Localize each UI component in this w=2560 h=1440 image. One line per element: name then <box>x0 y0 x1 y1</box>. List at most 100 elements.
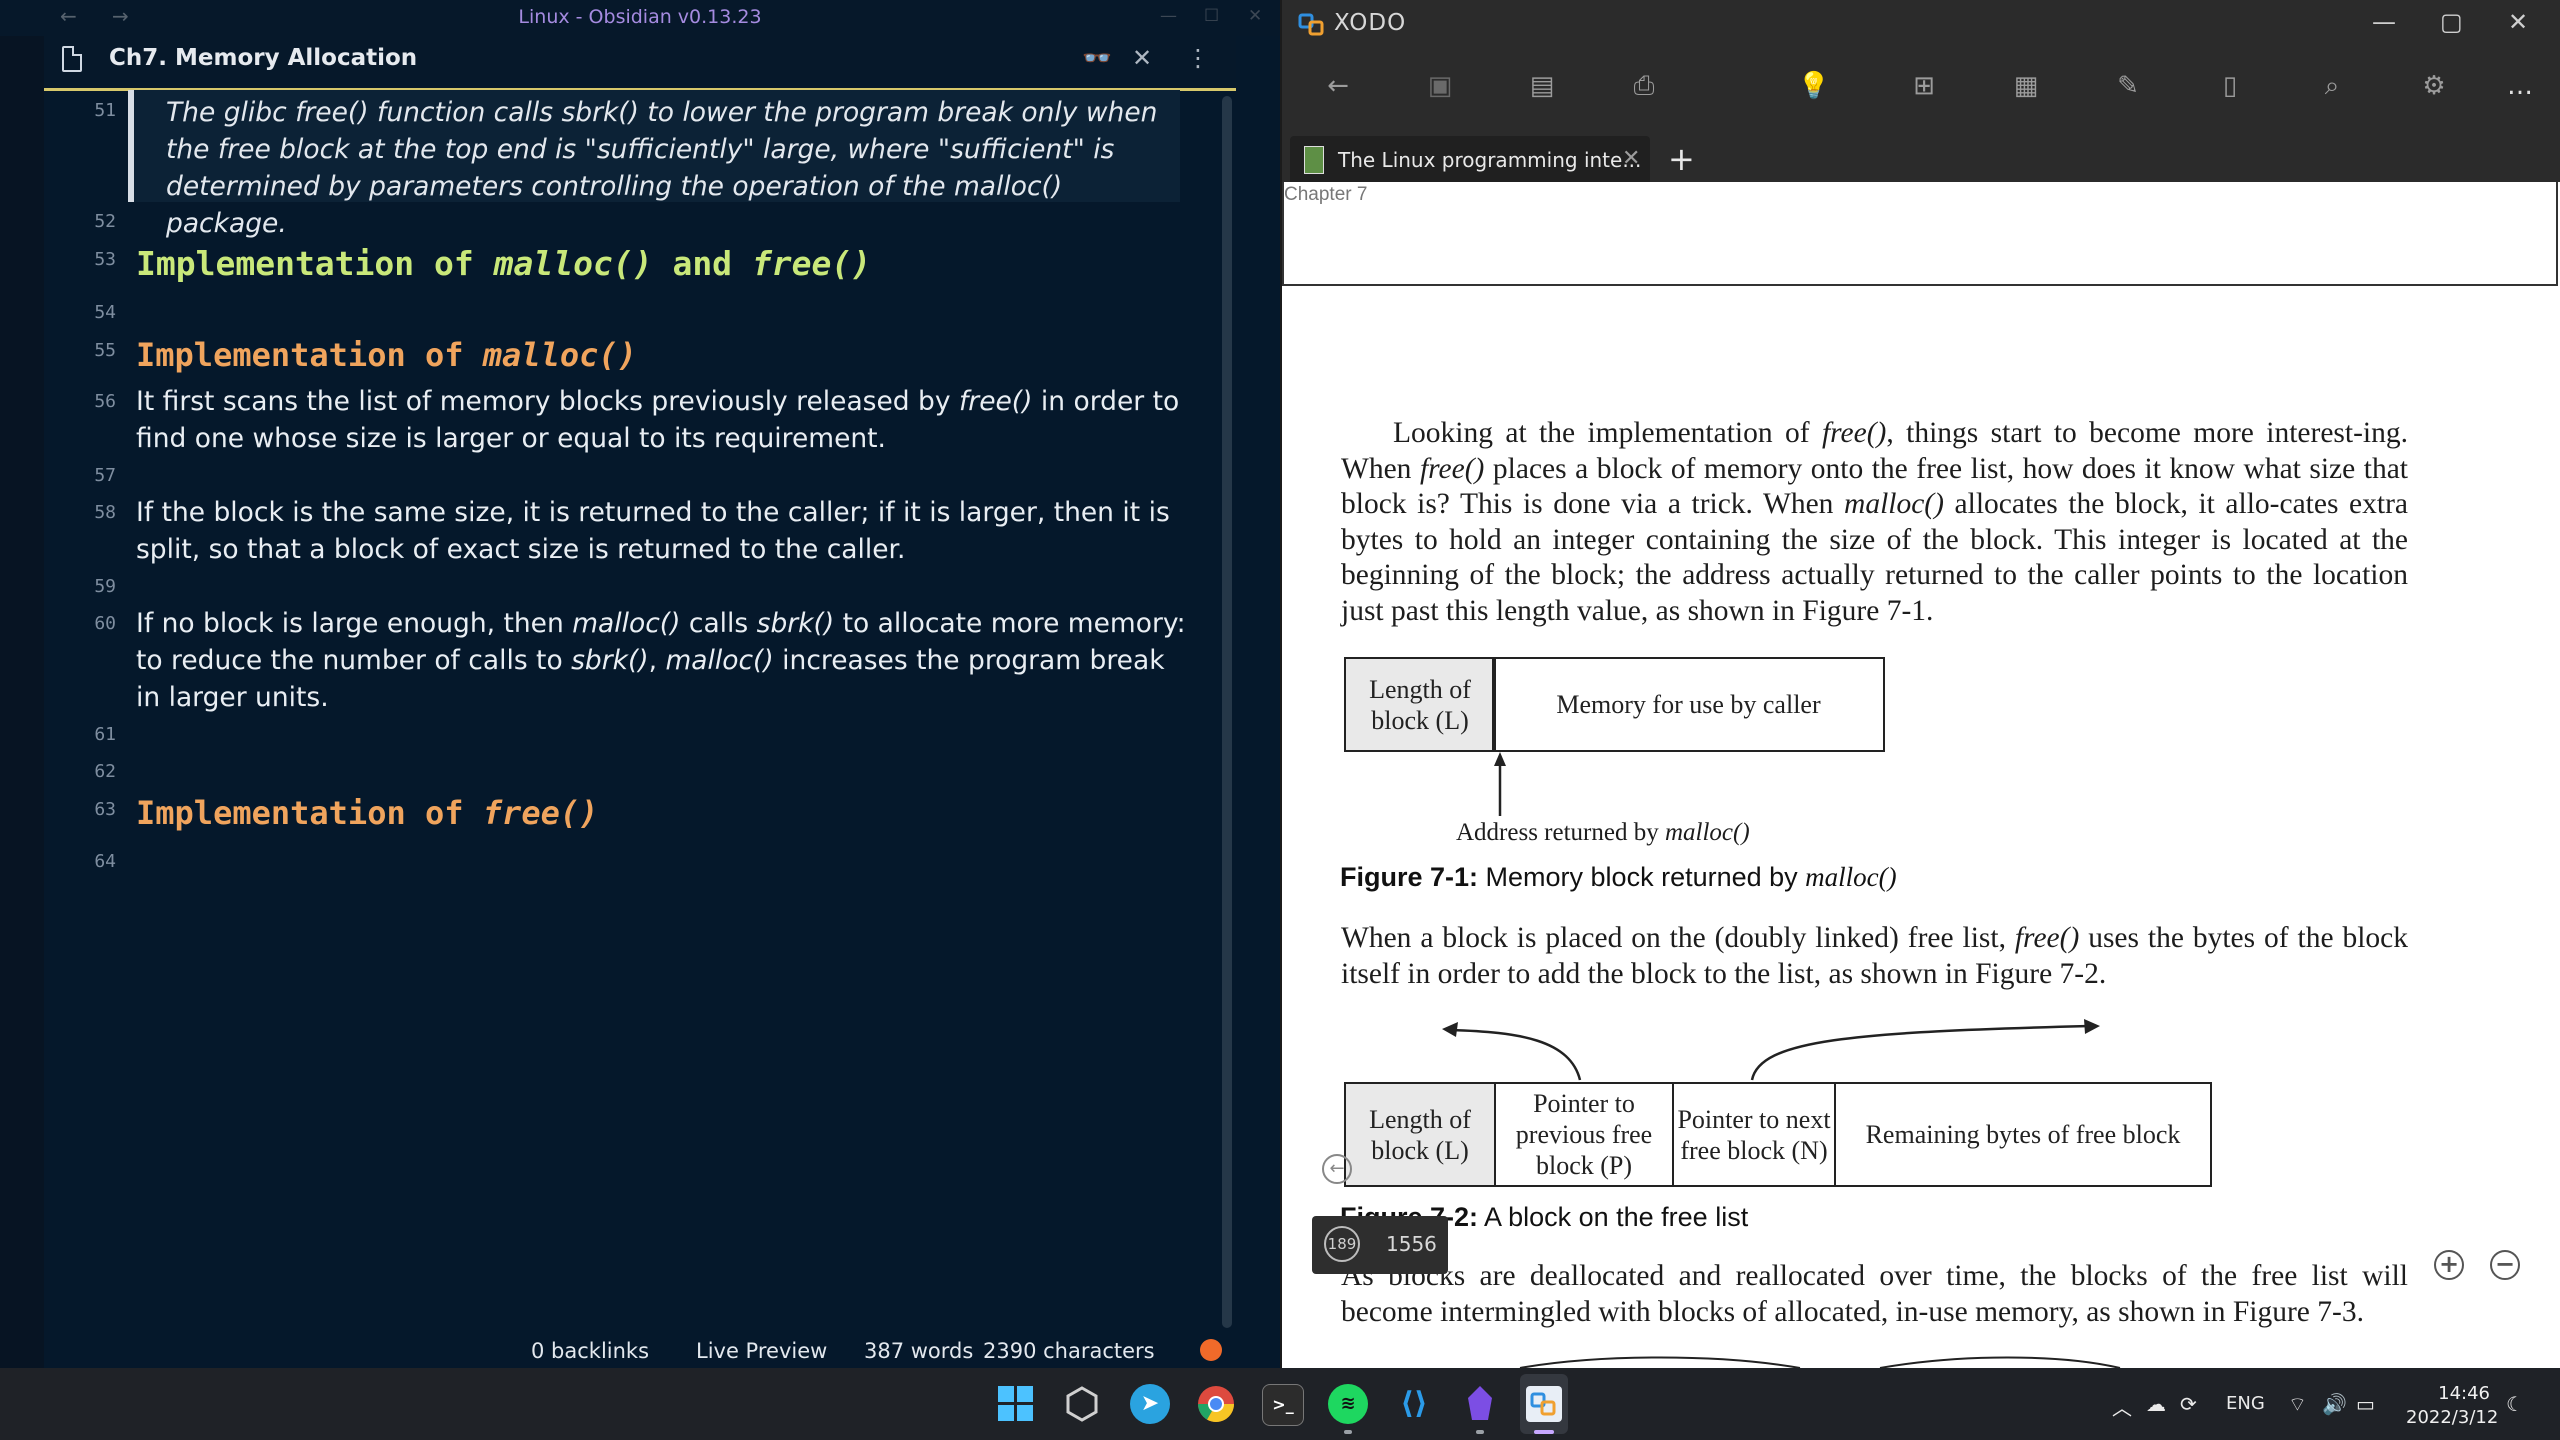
clock-time[interactable]: 14:46 <box>2434 1383 2490 1404</box>
caption-text: Memory block returned by <box>1478 862 1806 892</box>
obsidian-icon[interactable] <box>1462 1384 1498 1424</box>
sync-icon[interactable]: ⟳ <box>2180 1392 2197 1416</box>
pdf-text: Address returned by <box>1456 819 1665 846</box>
backlinks-count[interactable]: 0 backlinks <box>531 1339 649 1363</box>
note-title[interactable]: Ch7. Memory Allocation <box>109 45 417 71</box>
telegram-icon[interactable]: ➤ <box>1130 1384 1170 1424</box>
pdf-text: Looking at the implementation of <box>1393 417 1822 449</box>
onedrive-cloud-icon[interactable]: ☁ <box>2146 1392 2166 1416</box>
close-tab-icon[interactable]: ✕ <box>1622 146 1640 171</box>
caption-number: Figure 7-1: <box>1340 862 1479 892</box>
text: It first scans the list of memory blocks… <box>136 386 959 417</box>
xodo-icon[interactable] <box>1526 1386 1562 1422</box>
search-icon[interactable]: ⌕ <box>2312 66 2352 106</box>
close-icon[interactable]: ✕ <box>1248 6 1262 26</box>
maximize-icon[interactable]: ☐ <box>1204 6 1219 26</box>
text: calls <box>680 608 757 639</box>
paragraph-no-block[interactable]: If no block is large enough, then malloc… <box>136 605 1196 716</box>
heading-text: Implementation of <box>136 336 483 374</box>
more-options-icon[interactable]: ⋮ <box>1186 44 1210 72</box>
heading-malloc-and-free[interactable]: Implementation of malloc() and free() <box>136 244 871 283</box>
notifications-icon[interactable]: ☾ <box>2506 1392 2524 1416</box>
caption-code: malloc() <box>1805 862 1897 892</box>
obsidian-window-title: Linux - Obsidian v0.13.23 <box>518 6 762 28</box>
heading-implementation-free[interactable]: Implementation of free() <box>136 794 598 832</box>
windows-start-icon[interactable] <box>998 1386 1034 1422</box>
code-text: malloc() <box>572 608 681 639</box>
reading-view-icon[interactable]: 👓 <box>1082 44 1112 72</box>
line-number: 58 <box>94 502 116 523</box>
lightbulb-icon[interactable]: 💡 <box>1794 66 1834 106</box>
file-icon <box>62 46 82 72</box>
close-icon[interactable]: ✕ <box>2508 8 2528 36</box>
spotify-icon[interactable]: ≋ <box>1328 1384 1368 1424</box>
text: If no block is large enough, then <box>136 608 573 639</box>
volume-icon[interactable]: 🔊 <box>2322 1392 2347 1416</box>
code-text: sbrk() <box>756 608 835 639</box>
collapse-arrow-icon[interactable]: ← <box>1322 1154 1352 1184</box>
line-number: 55 <box>94 340 116 361</box>
running-indicator <box>1344 1430 1352 1434</box>
back-arrow-icon[interactable]: ← <box>1318 66 1358 106</box>
xodo-logo-icon <box>1298 13 1324 36</box>
battery-icon[interactable]: ▭ <box>2356 1392 2375 1416</box>
line-number: 61 <box>94 724 116 745</box>
more-icon[interactable]: … <box>2500 66 2540 106</box>
zoom-out-icon[interactable]: − <box>2490 1250 2520 1280</box>
fig2-remaining-box: Remaining bytes of free block <box>1834 1082 2212 1187</box>
fig2-prev-pointer-box: Pointer to previous free block (P) <box>1494 1082 1674 1187</box>
close-note-icon[interactable]: ✕ <box>1132 44 1152 72</box>
pdf-code: free() <box>1419 452 1485 485</box>
obsidian-gem-icon[interactable] <box>1064 1386 1100 1422</box>
fig1-length-box: Length of block (L) <box>1344 657 1496 752</box>
fig1-caption: Figure 7-1: Memory block returned by mal… <box>1340 862 1897 893</box>
language-indicator[interactable]: ENG <box>2226 1393 2265 1414</box>
page-layout-icon[interactable]: ▦ <box>2006 66 2046 106</box>
pdf-code: malloc() <box>1664 819 1750 846</box>
heading-implementation-malloc[interactable]: Implementation of malloc() <box>136 336 637 374</box>
save-as-icon[interactable]: ▤ <box>1522 66 1562 106</box>
line-number: 51 <box>94 100 116 121</box>
book-thumbnail-icon <box>1304 146 1324 174</box>
fig2-next-pointer-box: Pointer to next free block (N) <box>1672 1082 1836 1187</box>
maximize-icon[interactable]: ▢ <box>2440 8 2463 36</box>
line-number: 56 <box>94 391 116 412</box>
minimize-icon[interactable]: — <box>2372 8 2396 36</box>
line-number: 52 <box>94 211 116 232</box>
pdf-paragraph-1: Looking at the implementation of free(),… <box>1341 416 2408 629</box>
vscode-icon[interactable]: ⟨⟩ <box>1394 1384 1434 1424</box>
paragraph-scan-list[interactable]: It first scans the list of memory blocks… <box>136 383 1196 457</box>
code-text: malloc() <box>665 645 774 676</box>
sidebar-toggle-icon[interactable]: ▯ <box>2210 66 2250 106</box>
pdf-paragraph-2: When a block is placed on the (doubly li… <box>1341 921 2408 992</box>
new-tab-icon[interactable]: + <box>1668 140 1695 178</box>
wifi-icon[interactable]: ⌔ <box>2288 1392 2307 1417</box>
line-number: 59 <box>94 576 116 597</box>
paragraph-same-size[interactable]: If the block is the same size, it is ret… <box>136 494 1196 568</box>
show-hidden-icons-icon[interactable]: ︿ <box>2112 1392 2132 1421</box>
line-number: 57 <box>94 465 116 486</box>
terminal-icon[interactable]: >_ <box>1262 1384 1304 1426</box>
minimize-icon[interactable]: — <box>1160 6 1177 26</box>
sync-status-icon[interactable] <box>1200 1339 1222 1361</box>
heading-code: malloc() <box>482 336 637 374</box>
save-icon[interactable]: ▣ <box>1420 66 1460 106</box>
clock-date[interactable]: 2022/3/12 <box>2406 1407 2498 1428</box>
fig1-arrow-label: Address returned by malloc() <box>1456 815 1750 851</box>
edit-icon[interactable]: ✎ <box>2108 66 2148 106</box>
zoom-in-icon[interactable]: + <box>2434 1250 2464 1280</box>
heading-text: Implementation of <box>136 244 494 283</box>
chrome-icon[interactable] <box>1196 1384 1236 1424</box>
editor-mode[interactable]: Live Preview <box>696 1339 827 1363</box>
caption-text: A block on the free list <box>1478 1202 1749 1232</box>
pdf-viewport[interactable] <box>1282 182 2560 1368</box>
editor-scrollbar[interactable] <box>1222 96 1232 1328</box>
current-page-number: 189 <box>1324 1226 1360 1262</box>
insert-page-icon[interactable]: ⊞ <box>1904 66 1944 106</box>
line-number: 62 <box>94 761 116 782</box>
document-tab-title[interactable]: The Linux programming inte... <box>1338 148 1641 172</box>
document-settings-icon[interactable]: ⚙ <box>2414 66 2454 106</box>
blockquote-text[interactable]: The glibc free() function calls sbrk() t… <box>166 94 1176 242</box>
export-icon[interactable]: ⎙ <box>1624 66 1664 106</box>
heading-text: Implementation of <box>136 794 483 832</box>
